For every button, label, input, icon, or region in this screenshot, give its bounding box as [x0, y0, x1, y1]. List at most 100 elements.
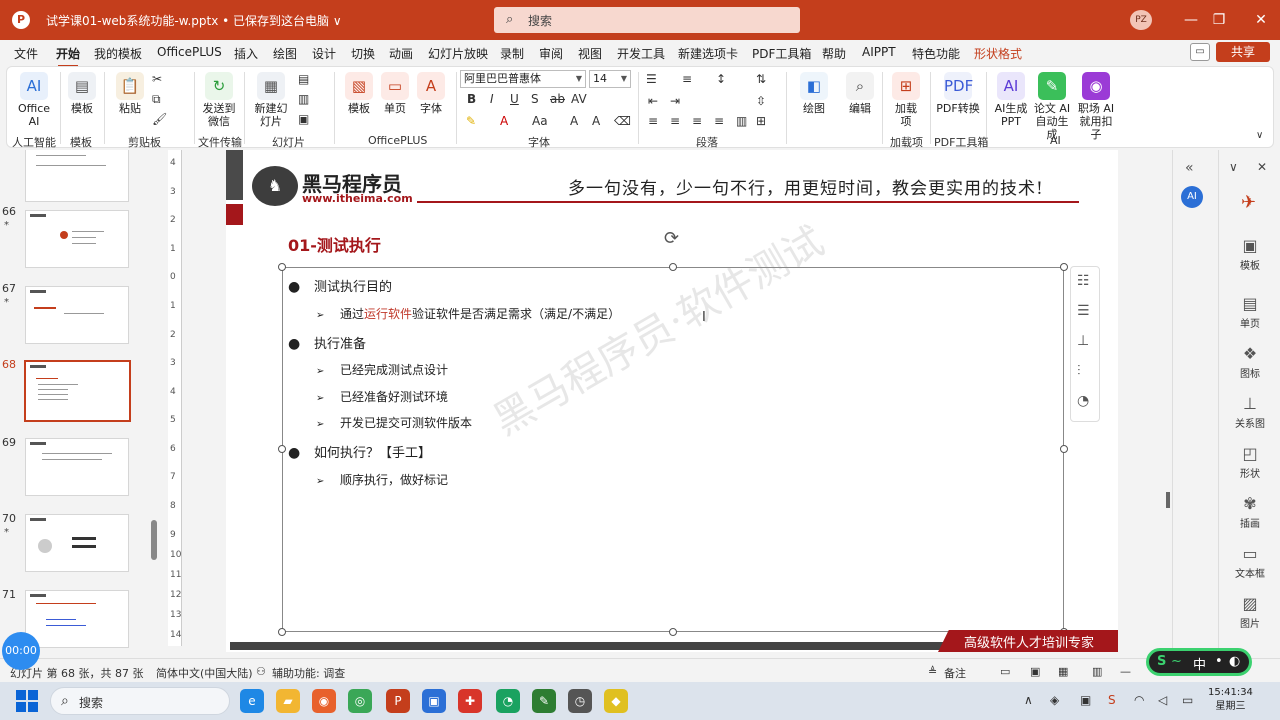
- comment-icon[interactable]: ▭: [1190, 43, 1210, 61]
- comments-view-icon[interactable]: ▭: [1000, 665, 1010, 678]
- search-box[interactable]: ⌕ 搜索: [494, 7, 800, 33]
- tray-expand-icon[interactable]: ∧: [1024, 693, 1033, 707]
- side-item-relation[interactable]: ⊥ 关系图: [1219, 394, 1280, 430]
- user-avatar[interactable]: PZ: [1130, 10, 1152, 30]
- normal-view-icon[interactable]: ▣: [1030, 665, 1040, 678]
- sub-bullet-item[interactable]: ➢ 顺序执行，做好标记: [316, 471, 448, 488]
- file-explorer-icon[interactable]: ▰: [276, 689, 300, 713]
- ai-assistant-icon[interactable]: AI: [1181, 186, 1203, 208]
- ai-ppt-button[interactable]: AI AI生成PPT: [994, 72, 1028, 128]
- taskbar-search[interactable]: ⌕ 搜索: [50, 687, 230, 715]
- tab-developer[interactable]: 开发工具: [617, 45, 665, 62]
- reading-view-icon[interactable]: ▥: [1092, 665, 1102, 678]
- input-method-toolbar[interactable]: S ~ 中 • ◐: [1146, 648, 1252, 676]
- italic-icon[interactable]: I: [490, 92, 494, 106]
- collapse-ribbon-icon[interactable]: ∨: [1256, 130, 1263, 141]
- increase-indent-icon[interactable]: ⇥: [670, 94, 680, 108]
- close-button[interactable]: ✕: [1246, 8, 1276, 32]
- side-item-picture[interactable]: ▨ 图片: [1219, 594, 1280, 630]
- section-icon[interactable]: ▣: [298, 112, 309, 126]
- tab-file[interactable]: 文件: [14, 45, 38, 62]
- addins-button[interactable]: ⊞ 加载项: [890, 72, 922, 128]
- tray-app-icon[interactable]: ▣: [1080, 693, 1091, 707]
- tab-pdf-tools[interactable]: PDF工具箱: [752, 45, 811, 62]
- zoom-out-icon[interactable]: —: [1120, 665, 1131, 678]
- bold-icon[interactable]: B: [467, 92, 476, 106]
- align-right-icon[interactable]: ≡: [692, 114, 702, 128]
- tab-review[interactable]: 审阅: [539, 45, 563, 62]
- align-text-icon[interactable]: ⇳: [756, 94, 766, 108]
- resize-handle[interactable]: [278, 263, 286, 271]
- align-icon[interactable]: ⫶: [1077, 363, 1081, 379]
- align-left-icon[interactable]: ≡: [648, 114, 658, 128]
- tray-app-icon[interactable]: S: [1108, 693, 1116, 707]
- format-painter-icon[interactable]: 🖌: [152, 112, 167, 126]
- copy-icon[interactable]: ⧉: [152, 92, 161, 107]
- meeting-app-icon[interactable]: ▣: [422, 689, 446, 713]
- drawing-button[interactable]: ◧ 绘图: [798, 72, 830, 115]
- slide-thumbnail[interactable]: [25, 590, 129, 648]
- firefox-icon[interactable]: ◉: [312, 689, 336, 713]
- tab-features[interactable]: 特色功能: [912, 45, 960, 62]
- reset-icon[interactable]: ▥: [298, 92, 309, 106]
- bullet-item[interactable]: ● 执行准备: [288, 333, 366, 352]
- windows-start-icon[interactable]: [16, 690, 38, 712]
- chevron-down-icon[interactable]: ∨: [1229, 160, 1238, 174]
- tab-transitions[interactable]: 切换: [351, 45, 375, 62]
- tab-new[interactable]: 新建选项卡: [678, 45, 738, 62]
- sub-bullet-item[interactable]: ➢ 通过运行软件验证软件是否满足需求（满足/不满足）: [316, 305, 620, 322]
- tab-officeplus[interactable]: OfficePLUS: [157, 45, 222, 59]
- pdf-convert-button[interactable]: PDF PDF转换: [936, 72, 980, 115]
- battery-icon[interactable]: ▭: [1182, 693, 1193, 707]
- slide-thumbnail[interactable]: [25, 438, 129, 496]
- volume-icon[interactable]: ◁: [1158, 693, 1167, 707]
- resize-handle[interactable]: [1060, 263, 1068, 271]
- edit-button[interactable]: ⌕ 编辑: [844, 72, 876, 115]
- tab-help[interactable]: 帮助: [822, 45, 846, 62]
- op-template-button[interactable]: ▧ 模板: [344, 72, 374, 115]
- font-name-select[interactable]: 阿里巴巴普惠体 ▼: [460, 70, 586, 88]
- side-item-textbox[interactable]: ▭ 文本框: [1219, 544, 1280, 580]
- language-indicator[interactable]: 简体中文(中国大陆): [156, 665, 253, 681]
- highlight-icon[interactable]: ✎: [466, 114, 476, 128]
- shrink-font-icon[interactable]: A: [592, 114, 600, 128]
- side-item-single-page[interactable]: ▤ 单页: [1219, 294, 1280, 330]
- tab-shape-format[interactable]: 形状格式: [974, 45, 1022, 62]
- tab-slideshow[interactable]: 幻灯片放映: [428, 45, 488, 62]
- new-slide-button[interactable]: ▦ 新建幻灯片: [250, 72, 292, 128]
- ai-job-button[interactable]: ◉ 职场 AI 就用扣子: [1076, 72, 1116, 141]
- tab-record[interactable]: 录制: [500, 45, 524, 62]
- office-ai-button[interactable]: AI Office AI: [14, 72, 54, 128]
- thumbnail-scrollbar[interactable]: [151, 520, 157, 560]
- chat-app-icon[interactable]: ◔: [496, 689, 520, 713]
- clear-format-icon[interactable]: ⌫: [614, 114, 631, 128]
- change-case-icon[interactable]: Aa: [532, 114, 548, 128]
- org-chart-icon[interactable]: ⊥: [1077, 333, 1089, 349]
- slide-title[interactable]: 01-测试执行: [288, 232, 381, 256]
- text-options-icon[interactable]: ☰: [1077, 303, 1090, 319]
- cut-icon[interactable]: ✂: [152, 72, 162, 86]
- align-center-icon[interactable]: ≡: [670, 114, 680, 128]
- system-clock[interactable]: 15:41:34 星期三: [1208, 686, 1253, 714]
- numbering-icon[interactable]: ≡: [682, 72, 692, 86]
- columns-icon[interactable]: ▥: [736, 114, 747, 128]
- tab-design[interactable]: 设计: [312, 45, 336, 62]
- resize-handle[interactable]: [1060, 445, 1068, 453]
- tab-insert[interactable]: 插入: [234, 45, 258, 62]
- accessibility-status[interactable]: 辅助功能: 调查: [272, 665, 345, 681]
- line-spacing-icon[interactable]: ↕: [716, 72, 726, 86]
- xmind-icon[interactable]: ✚: [458, 689, 482, 713]
- grow-font-icon[interactable]: A: [570, 114, 578, 128]
- font-size-select[interactable]: 14 ▼: [589, 70, 631, 88]
- slide-thumbnail-pane[interactable]: 66 * 67 * 68 69 70 * 71: [0, 150, 160, 658]
- bullet-item[interactable]: ● 测试执行目的: [288, 276, 392, 295]
- single-page-button[interactable]: ▭ 单页: [380, 72, 410, 115]
- notes-button[interactable]: 备注: [944, 665, 966, 681]
- wifi-icon[interactable]: ◠: [1134, 693, 1144, 707]
- rotate-handle-icon[interactable]: ⟳: [664, 228, 679, 249]
- close-icon[interactable]: ✕: [1257, 160, 1267, 174]
- resize-handle[interactable]: [669, 263, 677, 271]
- side-item-illustration[interactable]: ✾ 插画: [1219, 494, 1280, 530]
- bullets-icon[interactable]: ☰: [646, 72, 657, 86]
- slide-canvas[interactable]: ♞ 黑马程序员 www.itheima.com 多一句没有，少一句不行，用更短时…: [226, 150, 1118, 652]
